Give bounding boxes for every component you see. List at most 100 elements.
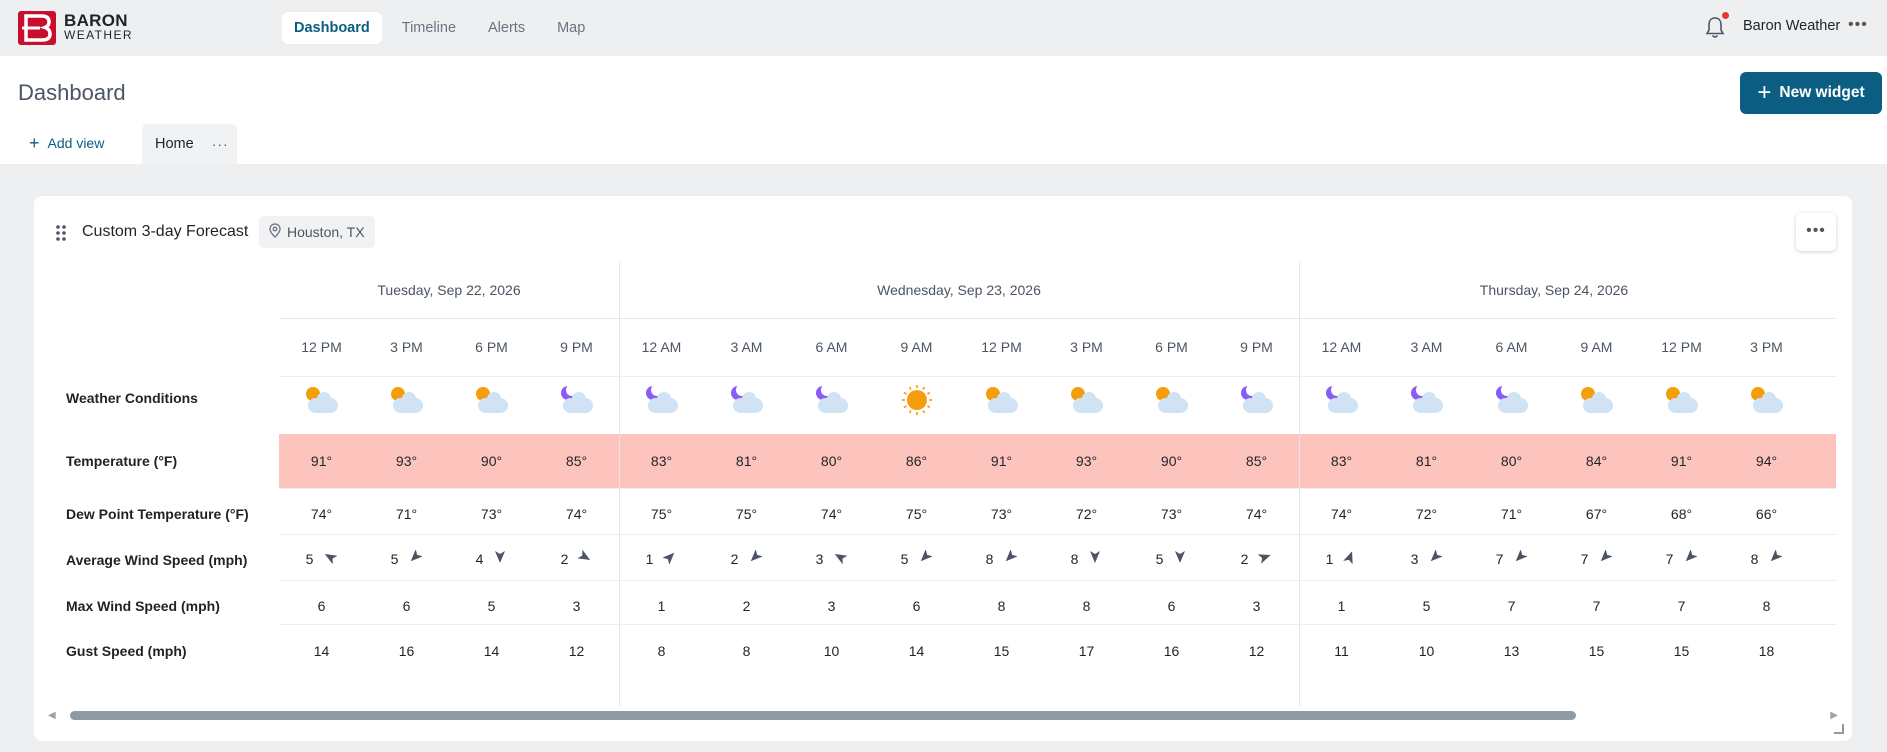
max-wind-cell: 8 (997, 598, 1006, 614)
time-header: 9 AM (1580, 339, 1613, 355)
nav-dashboard[interactable]: Dashboard (282, 12, 382, 44)
notifications-bell-icon[interactable] (1703, 15, 1727, 41)
wind-direction-arrow-icon (1768, 549, 1784, 567)
sun-cloud-icon (1044, 383, 1129, 420)
wind-direction-arrow-icon (662, 550, 677, 567)
avg-wind-cell: 7 (1639, 549, 1724, 567)
brand-line2: WEATHER (64, 28, 133, 42)
location-chip[interactable]: Houston, TX (259, 216, 375, 248)
plus-icon: + (1757, 79, 1772, 106)
moon-cloud-icon (789, 383, 874, 420)
wind-direction-arrow-icon (748, 549, 764, 567)
scrollbar-thumb[interactable] (70, 711, 1576, 720)
gust-cell: 18 (1758, 643, 1775, 659)
forecast-widget: Custom 3-day Forecast Houston, TX ••• We… (34, 196, 1852, 741)
time-header: 3 AM (730, 339, 763, 355)
avg-wind-cell: 7 (1469, 549, 1554, 567)
time-header: 6 PM (475, 339, 508, 355)
max-wind-cell: 2 (742, 598, 751, 614)
avg-wind-value: 4 (475, 550, 484, 567)
horizontal-scrollbar[interactable]: ◀ ▶ (48, 708, 1838, 722)
avg-wind-value: 7 (1580, 550, 1589, 567)
avg-wind-cell: 8 (959, 549, 1044, 567)
sun-cloud-icon (364, 383, 449, 420)
temperature-cell: 91° (990, 453, 1013, 469)
max-wind-cell: 6 (402, 598, 411, 614)
temperature-cell: 91° (1670, 453, 1693, 469)
max-wind-cell: 7 (1592, 598, 1601, 614)
avg-wind-cell: 4 (449, 550, 534, 567)
avg-wind-value: 3 (815, 550, 824, 567)
gust-cell: 16 (398, 643, 415, 659)
gust-cell: 12 (1248, 643, 1265, 659)
day-header-filler (1809, 262, 1836, 319)
avg-wind-value: 5 (390, 550, 399, 567)
temperature-cell: 80° (820, 453, 843, 469)
avg-wind-value: 1 (645, 550, 654, 567)
widget-more-button[interactable]: ••• (1796, 213, 1836, 251)
new-widget-button[interactable]: + New widget (1740, 72, 1882, 114)
resize-handle-icon[interactable] (1834, 724, 1844, 734)
tab-more-icon[interactable]: ··· (212, 136, 229, 152)
avg-wind-cell: 5 (1129, 550, 1214, 567)
gust-cell: 15 (993, 643, 1010, 659)
avg-wind-cell: 7 (1554, 549, 1639, 567)
dew-point-cell: 75° (905, 506, 928, 522)
nav-alerts[interactable]: Alerts (476, 12, 537, 44)
gust-cell: 15 (1588, 643, 1605, 659)
row-label-max-wind: Max Wind Speed (mph) (66, 598, 220, 614)
time-header: 12 PM (981, 339, 1022, 355)
day-header: Thursday, Sep 24, 2026 (1299, 262, 1809, 319)
moon-cloud-icon (704, 383, 789, 420)
tab-home-label: Home (155, 136, 194, 152)
user-name[interactable]: Baron Weather (1743, 18, 1840, 34)
dew-point-cell: 71° (395, 506, 418, 522)
map-pin-icon (269, 223, 281, 241)
drag-handle-icon[interactable] (56, 225, 66, 241)
tab-home[interactable]: Home ··· (142, 124, 237, 164)
avg-wind-value: 1 (1325, 550, 1334, 567)
temperature-cell: 84° (1585, 453, 1608, 469)
time-header: 9 AM (900, 339, 933, 355)
wind-direction-arrow-icon (323, 550, 339, 567)
add-view-button[interactable]: + Add view (29, 134, 104, 152)
nav-timeline[interactable]: Timeline (390, 12, 468, 44)
row-divider (279, 488, 1836, 489)
avg-wind-cell: 2 (534, 549, 619, 567)
max-wind-cell: 3 (1252, 598, 1261, 614)
baron-logo[interactable]: BARON WEATHER (18, 11, 133, 45)
max-wind-cell: 1 (657, 598, 666, 614)
day-header: Wednesday, Sep 23, 2026 (619, 262, 1299, 319)
dew-point-cell: 66° (1755, 506, 1778, 522)
gust-cell: 17 (1078, 643, 1095, 659)
wind-direction-arrow-icon (577, 549, 592, 567)
avg-wind-cell: 5 (279, 550, 364, 567)
temperature-cell: 83° (650, 453, 673, 469)
scroll-right-arrow-icon[interactable]: ▶ (1830, 710, 1838, 721)
avg-wind-value: 8 (985, 550, 994, 567)
sun-icon (874, 383, 959, 420)
notification-dot (1722, 12, 1729, 19)
wind-direction-arrow-icon (1598, 549, 1614, 567)
dew-point-cell: 67° (1585, 506, 1608, 522)
gust-cell: 16 (1163, 643, 1180, 659)
gust-cell: 10 (1418, 643, 1435, 659)
temperature-cell: 81° (1415, 453, 1438, 469)
row-divider (279, 580, 1836, 581)
forecast-grid: Weather Conditions Temperature (°F) Dew … (34, 262, 1836, 707)
gust-cell: 8 (742, 643, 751, 659)
time-header: 6 PM (1155, 339, 1188, 355)
nav-map[interactable]: Map (545, 12, 597, 44)
time-header: 6 AM (1495, 339, 1528, 355)
scroll-left-arrow-icon[interactable]: ◀ (48, 710, 56, 721)
dew-point-cell: 75° (650, 506, 673, 522)
avg-wind-value: 7 (1495, 550, 1504, 567)
sun-cloud-icon (959, 383, 1044, 420)
user-menu-more-icon[interactable]: ••• (1848, 16, 1868, 34)
row-label-avg-wind: Average Wind Speed (mph) (66, 552, 248, 568)
avg-wind-value: 5 (1155, 550, 1164, 567)
row-divider (279, 376, 1836, 377)
avg-wind-cell: 3 (789, 550, 874, 567)
temperature-cell: 81° (735, 453, 758, 469)
avg-wind-cell: 8 (1044, 550, 1129, 567)
